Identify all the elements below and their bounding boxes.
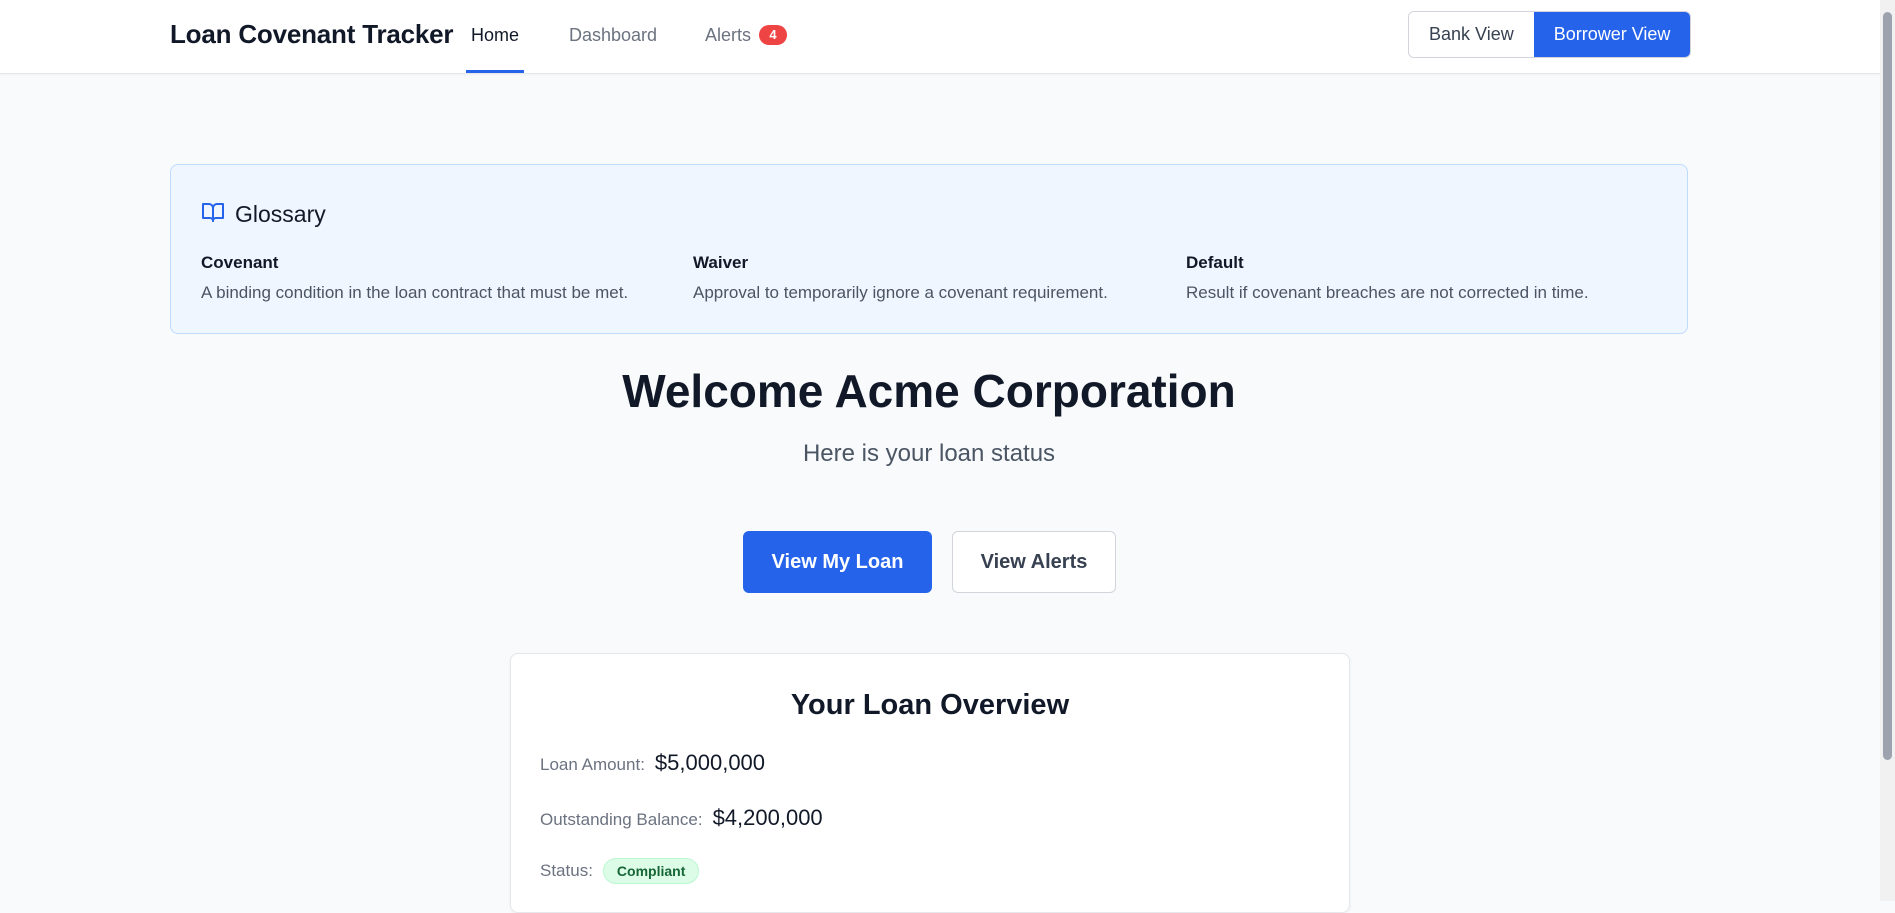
glossary-term-name: Waiver: [693, 253, 749, 272]
glossary-term: Default Result if covenant breaches are …: [1186, 253, 1656, 303]
view-my-loan-button[interactable]: View My Loan: [743, 531, 932, 593]
glossary-term-name: Covenant: [201, 253, 279, 272]
outstanding-balance-row: Outstanding Balance: $4,200,000: [540, 805, 823, 831]
glossary-term-name: Default: [1186, 253, 1244, 272]
status-badge: Compliant: [602, 858, 700, 884]
bank-view-button[interactable]: Bank View: [1409, 12, 1534, 57]
borrower-view-button[interactable]: Borrower View: [1533, 12, 1691, 57]
status-row: Status: Compliant: [540, 858, 700, 884]
glossary-header: Glossary: [201, 200, 326, 229]
nav-home[interactable]: Home: [471, 25, 519, 46]
app-brand[interactable]: Loan Covenant Tracker: [170, 19, 454, 50]
glossary-title: Glossary: [235, 201, 326, 227]
glossary-term-definition: A binding condition in the loan contract…: [201, 283, 629, 302]
page-scrollbar[interactable]: [1880, 0, 1895, 901]
loan-amount-label: Loan Amount:: [540, 755, 645, 774]
glossary-panel: Glossary Covenant A binding condition in…: [170, 164, 1688, 334]
outstanding-balance-value: $4,200,000: [712, 805, 823, 830]
glossary-term-definition: Approval to temporarily ignore a covenan…: [693, 283, 1108, 302]
welcome-heading: Welcome Acme Corporation: [622, 365, 1236, 417]
loan-overview-title: Your Loan Overview: [790, 689, 1070, 721]
glossary-term: Covenant A binding condition in the loan…: [201, 253, 671, 303]
scrollbar-thumb[interactable]: [1883, 12, 1892, 760]
outstanding-balance-label: Outstanding Balance:: [540, 810, 703, 829]
alerts-count-badge: 4: [759, 25, 788, 45]
nav-dashboard[interactable]: Dashboard: [569, 25, 657, 46]
view-alerts-button[interactable]: View Alerts: [952, 531, 1116, 593]
glossary-term-definition: Result if covenant breaches are not corr…: [1186, 283, 1589, 302]
nav-active-indicator: [466, 70, 524, 73]
nav-alerts[interactable]: Alerts 4: [705, 25, 788, 46]
nav-alerts-label: Alerts: [705, 25, 752, 45]
loan-amount-value: $5,000,000: [654, 750, 766, 775]
loan-overview-card: Your Loan Overview Loan Amount: $5,000,0…: [510, 653, 1350, 913]
glossary-term: Waiver Approval to temporarily ignore a …: [693, 253, 1163, 303]
view-toggle: Bank View Borrower View: [1408, 11, 1692, 58]
top-navbar: Loan Covenant Tracker Home Dashboard Ale…: [0, 0, 1880, 74]
welcome-subtitle: Here is your loan status: [802, 440, 1056, 467]
status-label: Status:: [540, 861, 593, 880]
loan-amount-row: Loan Amount: $5,000,000: [540, 750, 765, 776]
book-open-icon: [201, 200, 225, 229]
